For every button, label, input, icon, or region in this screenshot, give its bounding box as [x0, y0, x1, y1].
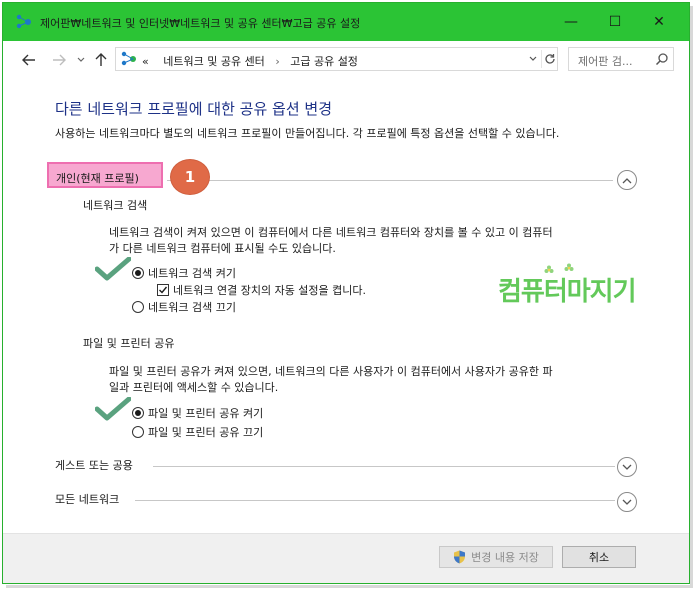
- title-bar[interactable]: 제어판₩네트워크 및 인터넷₩네트워크 및 공유 센터₩고급 공유 설정 — ☐…: [3, 3, 689, 41]
- search-box[interactable]: 제어판 검...: [568, 47, 674, 71]
- collapse-private-chevron-up-icon[interactable]: [617, 170, 637, 190]
- search-icon[interactable]: [655, 52, 669, 66]
- flower-icon: [564, 263, 574, 271]
- expand-all-networks-chevron-down-icon[interactable]: [617, 492, 637, 512]
- guest-profile-row[interactable]: 게스트 또는 공용: [55, 455, 641, 475]
- uac-shield-icon: [454, 550, 466, 564]
- watermark-text: 컴퓨터마지기: [498, 277, 637, 307]
- breadcrumb-overflow[interactable]: «: [142, 55, 149, 68]
- minimize-button[interactable]: —: [549, 3, 593, 41]
- dialog-footer: 변경 내용 저장 취소: [3, 533, 689, 583]
- file-sharing-on-label[interactable]: 파일 및 프린터 공유 켜기: [148, 405, 263, 421]
- file-sharing-text-line-2: 일과 프린터에 액세스할 수 있습니다.: [109, 381, 279, 394]
- cancel-button[interactable]: 취소: [562, 546, 636, 568]
- network-discovery-on-option[interactable]: 네트워크 검색 켜기: [132, 265, 236, 281]
- maximize-button[interactable]: ☐: [593, 3, 637, 41]
- refresh-icon[interactable]: [541, 50, 557, 68]
- network-icon: [16, 14, 31, 29]
- auto-setup-option[interactable]: 네트워크 연결 장치의 자동 설정을 켭니다.: [157, 282, 366, 298]
- guest-profile-label[interactable]: 게스트 또는 공용: [55, 457, 137, 473]
- all-networks-divider: [135, 500, 615, 501]
- up-arrow-icon[interactable]: [91, 50, 111, 70]
- checkmark-icon: [95, 257, 131, 281]
- network-discovery-on-radio[interactable]: [132, 267, 144, 279]
- save-changes-label[interactable]: 변경 내용 저장: [471, 549, 539, 565]
- breadcrumb-separator[interactable]: ›: [275, 55, 279, 68]
- auto-setup-checkbox[interactable]: [157, 284, 169, 296]
- address-dropdown-chevron-icon[interactable]: [526, 51, 540, 67]
- file-sharing-title: 파일 및 프린터 공유: [83, 337, 175, 350]
- navigation-bar: « 네트워크 및 공유 센터 › 고급 공유 설정 제어판 검...: [3, 41, 689, 79]
- network-discovery-on-label[interactable]: 네트워크 검색 켜기: [148, 265, 236, 281]
- breadcrumb: « 네트워크 및 공유 센터 › 고급 공유 설정: [142, 53, 358, 69]
- file-sharing-off-option[interactable]: 파일 및 프린터 공유 끄기: [132, 424, 263, 440]
- address-bar[interactable]: « 네트워크 및 공유 센터 › 고급 공유 설정: [115, 47, 558, 71]
- search-input[interactable]: 제어판 검...: [578, 53, 632, 69]
- guest-divider: [153, 466, 615, 467]
- network-discovery-off-label[interactable]: 네트워크 검색 끄기: [148, 299, 236, 315]
- step-badge: 1: [170, 159, 210, 195]
- network-discovery-off-option[interactable]: 네트워크 검색 끄기: [132, 299, 236, 315]
- forward-arrow-icon[interactable]: [49, 50, 69, 70]
- network-icon: [121, 51, 136, 66]
- recent-locations-chevron-icon[interactable]: [71, 50, 91, 70]
- network-discovery-text-line-2: 가 다른 네트워크 컴퓨터에 표시될 수도 있습니다.: [109, 242, 336, 255]
- file-sharing-off-radio[interactable]: [132, 426, 144, 438]
- auto-setup-label[interactable]: 네트워크 연결 장치의 자동 설정을 켭니다.: [173, 282, 366, 298]
- file-sharing-on-radio[interactable]: [132, 407, 144, 419]
- close-button[interactable]: ✕: [637, 3, 681, 41]
- file-sharing-text-line-1: 파일 및 프린터 공유가 켜져 있으면, 네트워크의 다른 사용자가 이 컴퓨터…: [109, 365, 553, 378]
- network-discovery-off-radio[interactable]: [132, 301, 144, 313]
- network-discovery-text-line-1: 네트워크 검색이 켜져 있으면 이 컴퓨터에서 다른 네트워크 컴퓨터와 장치를…: [109, 226, 553, 239]
- flower-icon: [544, 265, 554, 273]
- private-profile-label[interactable]: 개인(현재 프로필): [56, 170, 139, 186]
- checkmark-icon: [95, 397, 131, 421]
- expand-guest-chevron-down-icon[interactable]: [617, 457, 637, 477]
- page-title: 다른 네트워크 프로필에 대한 공유 옵션 변경: [55, 100, 333, 118]
- all-networks-label[interactable]: 모든 네트워크: [55, 491, 124, 507]
- back-arrow-icon[interactable]: [19, 50, 39, 70]
- save-changes-button[interactable]: 변경 내용 저장: [439, 546, 553, 568]
- window-shadow-bottom: [6, 585, 693, 588]
- file-sharing-off-label[interactable]: 파일 및 프린터 공유 끄기: [148, 424, 263, 440]
- page-description: 사용하는 네트워크마다 별도의 네트워크 프로필이 만들어집니다. 각 프로필에…: [55, 127, 560, 140]
- breadcrumb-advanced-sharing[interactable]: 고급 공유 설정: [290, 55, 358, 68]
- private-divider: [167, 180, 613, 181]
- window-title: 제어판₩네트워크 및 인터넷₩네트워크 및 공유 센터₩고급 공유 설정: [40, 17, 361, 30]
- file-sharing-on-option[interactable]: 파일 및 프린터 공유 켜기: [132, 405, 263, 421]
- window: 제어판₩네트워크 및 인터넷₩네트워크 및 공유 센터₩고급 공유 설정 — ☐…: [2, 2, 690, 584]
- watermark-logo: 컴퓨터마지기: [498, 263, 658, 307]
- breadcrumb-network-sharing-center[interactable]: 네트워크 및 공유 센터: [163, 55, 265, 68]
- network-discovery-title: 네트워크 검색: [83, 199, 148, 212]
- window-shadow-right: [690, 6, 693, 586]
- all-networks-row[interactable]: 모든 네트워크: [55, 489, 641, 509]
